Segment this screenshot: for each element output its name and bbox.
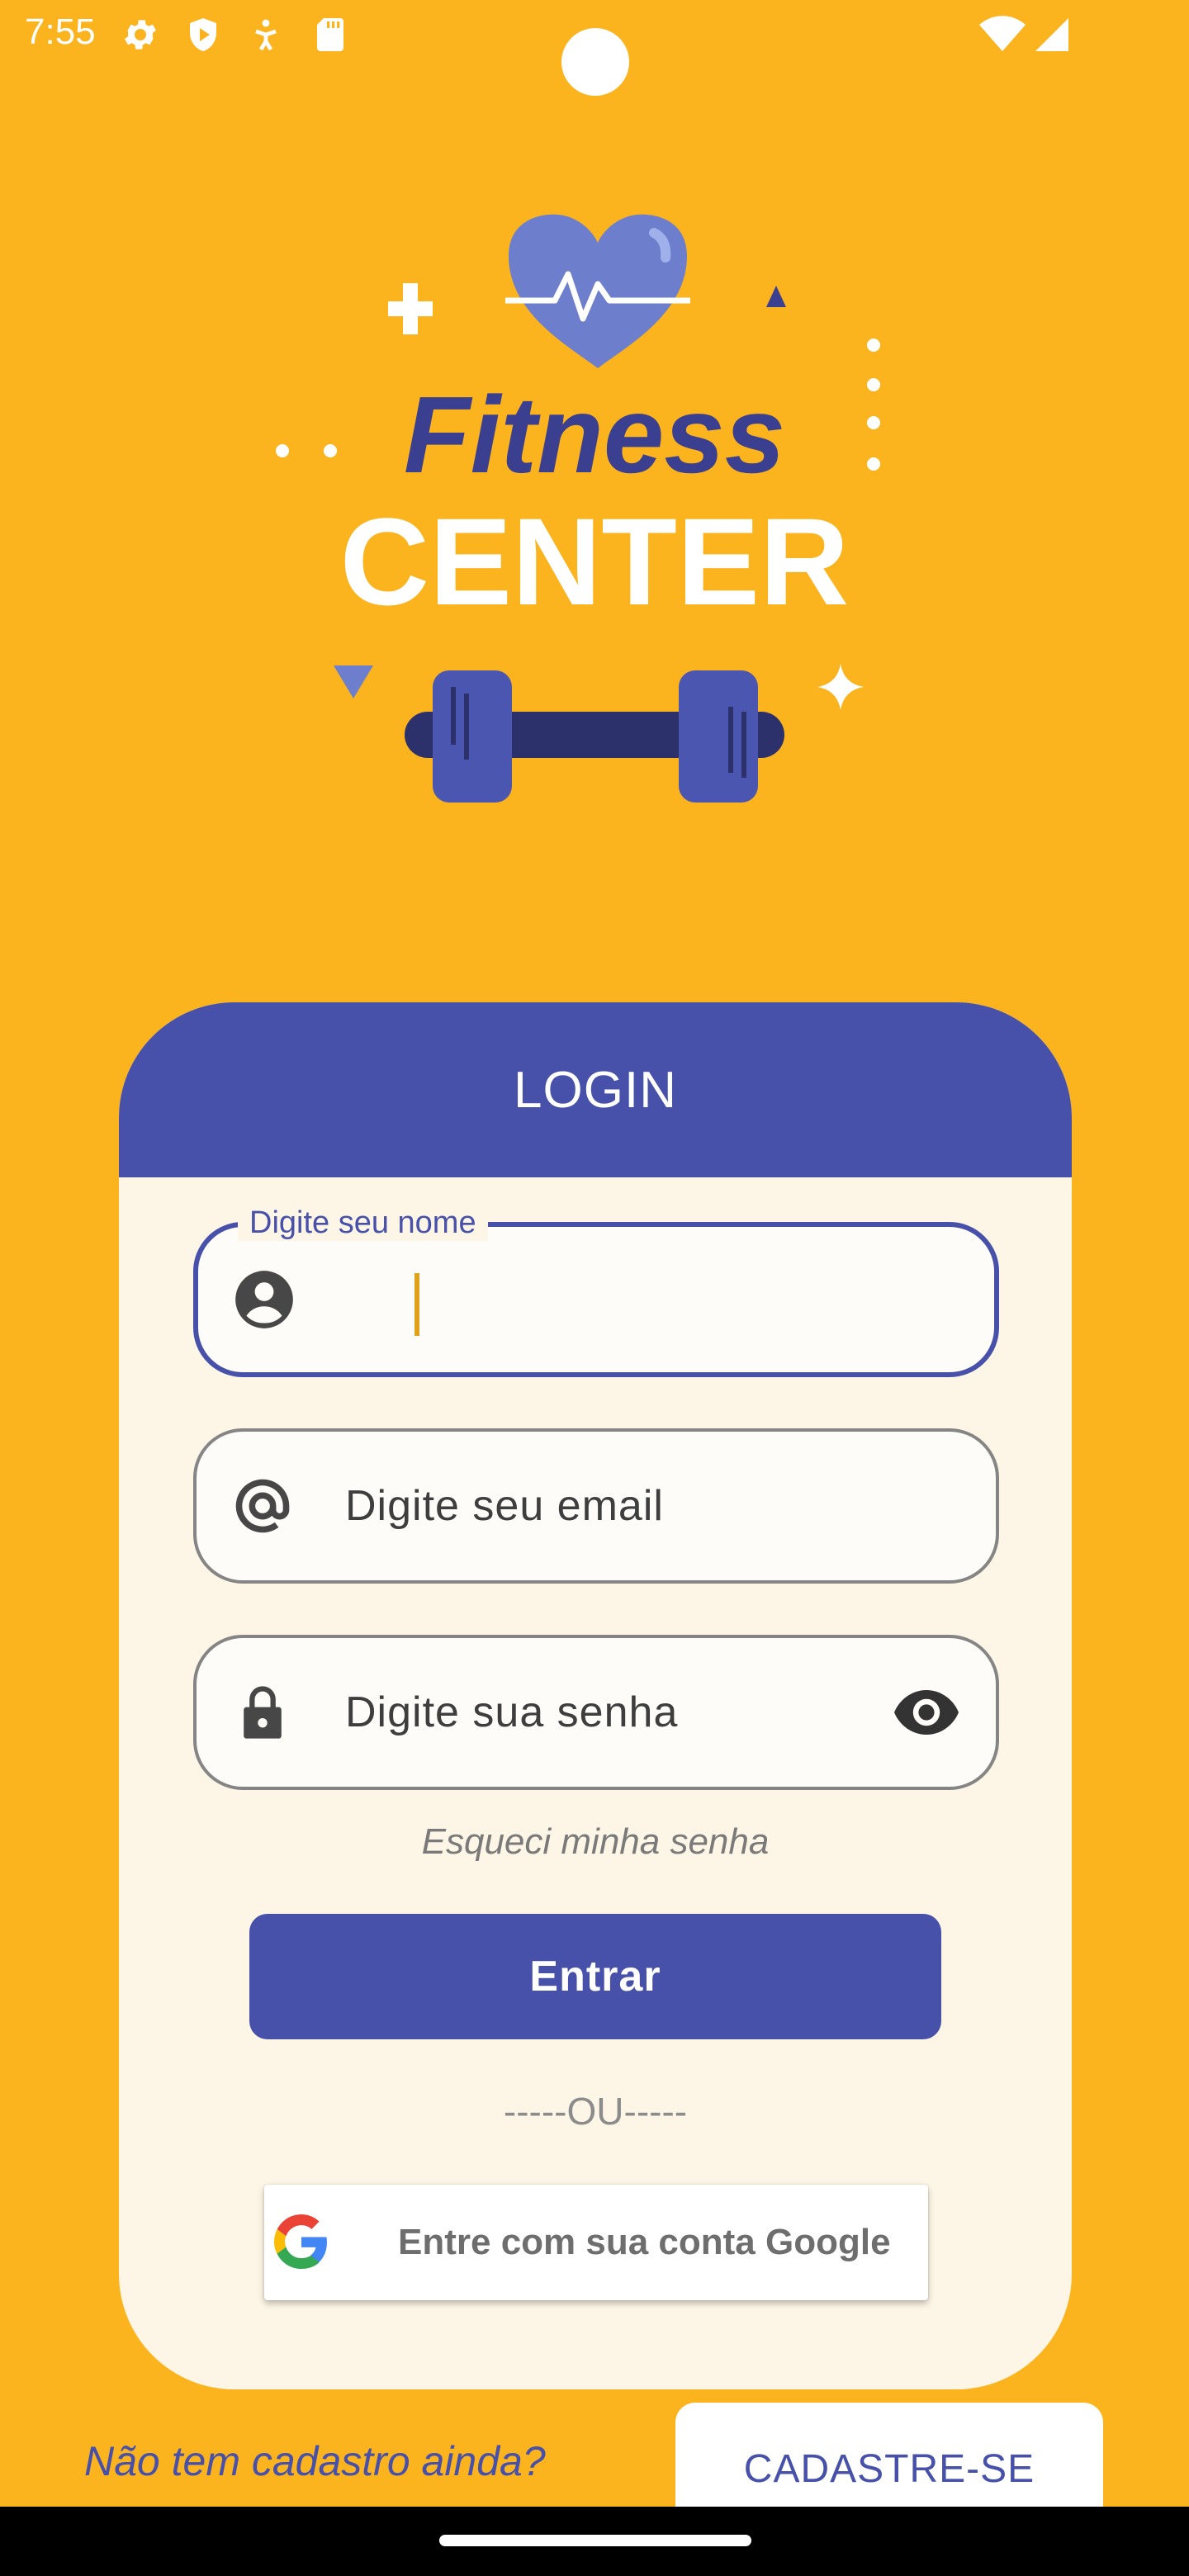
password-field-placeholder: Digite sua senha [345, 1688, 679, 1736]
accessibility-icon [255, 19, 277, 51]
logo-line1: Fitness [404, 374, 785, 495]
shield-icon [190, 18, 216, 51]
login-title: LOGIN [119, 1002, 1072, 1177]
no-account-text: Não tem cadastro ainda? [84, 2438, 546, 2484]
lock-icon [244, 1686, 282, 1739]
text-caret [414, 1273, 419, 1336]
name-field-label: Digite seu nome [238, 1205, 488, 1241]
plus-decoration-icon [388, 283, 433, 334]
account-circle-icon [235, 1271, 293, 1328]
forgot-password-link[interactable]: Esqueci minha senha [119, 1821, 1072, 1863]
name-field[interactable]: Digite seu nome [193, 1205, 999, 1377]
sparkle-decoration-icon [817, 664, 864, 710]
logo-line2: CENTER [340, 492, 850, 631]
camera-cutout [561, 28, 629, 96]
google-button-label: Entre com sua conta Google [398, 2222, 891, 2262]
or-separator: -----OU----- [503, 2090, 688, 2133]
home-gesture-handle[interactable] [439, 2535, 751, 2546]
gear-icon [125, 20, 156, 50]
email-field[interactable]: Digite seu email [193, 1428, 999, 1584]
at-sign-icon [235, 1479, 290, 1533]
wifi-icon [979, 16, 1026, 51]
status-time: 7:55 [25, 12, 96, 52]
dumbbell-icon [405, 670, 784, 803]
password-field[interactable]: Digite sua senha [193, 1635, 999, 1790]
eye-icon[interactable] [892, 1688, 961, 1737]
enter-button[interactable]: Entrar [249, 1914, 941, 2039]
email-field-placeholder: Digite seu email [345, 1482, 664, 1530]
fitness-center-logo: Fitness CENTER [276, 214, 880, 803]
sd-card-icon [317, 18, 343, 51]
signal-icon [1035, 18, 1068, 51]
google-sign-in-button[interactable]: Entre com sua conta Google [264, 2185, 928, 2300]
triangle-decoration-icon [766, 286, 786, 307]
google-logo-icon [274, 2214, 327, 2269]
login-card: LOGIN Digite seu nome Digite seu email D… [119, 1002, 1072, 2389]
